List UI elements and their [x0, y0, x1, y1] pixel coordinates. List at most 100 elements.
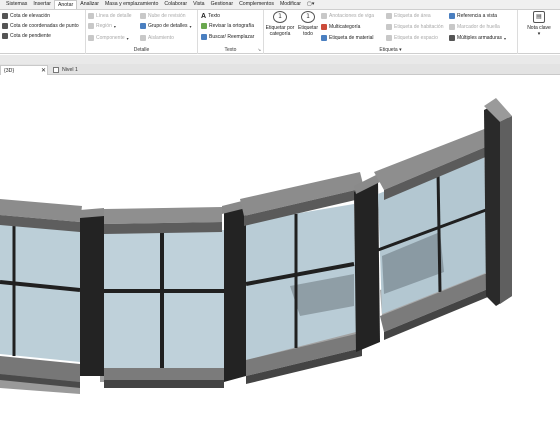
component-icon — [88, 35, 94, 41]
referencia-vista-button[interactable]: Referencia a vista — [449, 12, 497, 20]
end-column-face — [500, 116, 512, 304]
coordinate-icon — [2, 23, 8, 29]
tread-marker-icon — [449, 24, 455, 30]
anotaciones-viga-button[interactable]: Anotaciones de viga — [321, 12, 374, 20]
view-tab-3d-label: {3D} — [4, 68, 15, 74]
view-tab-nivel-1-label: Nivel 1 — [62, 67, 78, 73]
etiqueta-habitacion-button[interactable]: Etiqueta de habitación — [386, 23, 443, 31]
panel-cotas: Cota de elevación Cota de coordenadas de… — [0, 10, 86, 54]
revisar-ortografia-label: Revisar la ortografía — [209, 23, 255, 29]
cota-pendiente-button[interactable]: Cota de pendiente — [2, 32, 51, 40]
panel-etiqueta-title[interactable]: Etiqueta ▾ — [264, 47, 517, 53]
etiqueta-area-label: Etiqueta de área — [394, 13, 431, 19]
etiqueta-habitacion-label: Etiqueta de habitación — [394, 24, 444, 30]
marcador-huella-label: Marcador de huella — [457, 24, 500, 30]
chevron-down-icon: ▾ — [113, 23, 116, 29]
buscar-reemplazar-label: Buscar/ Reemplazar — [209, 34, 255, 40]
nube-revision-button[interactable]: Nube de revisión — [140, 12, 186, 20]
room-tag-icon — [386, 24, 392, 30]
tab-insertar[interactable]: Insertar — [30, 0, 54, 9]
ribbon-tab-bar: Sistemas Insertar Anotar Analizar Masa y… — [0, 0, 560, 10]
aislamiento-button[interactable]: Aislamiento — [140, 34, 174, 42]
etiqueta-material-button[interactable]: Etiqueta de material — [321, 34, 373, 42]
tab-masa-emplazamiento[interactable]: Masa y emplazamiento — [102, 0, 161, 9]
view-tab-nivel-1[interactable]: Nivel 1 — [50, 65, 110, 75]
panel-detalle-title: Detalle — [133, 47, 150, 53]
grupo-detalles-label: Grupo de detalles — [148, 23, 188, 29]
cota-coordenadas-button[interactable]: Cota de coordenadas de punto — [2, 22, 79, 30]
column — [80, 212, 104, 376]
etiquetar-categoria-button[interactable]: 1 Etiquetar por categoría — [265, 11, 295, 37]
nube-revision-label: Nube de revisión — [148, 13, 186, 19]
nota-clave-button[interactable]: ▤ Nota clave ▾ — [523, 11, 555, 37]
etiqueta-material-label: Etiqueta de material — [329, 35, 374, 41]
panel-texto-title: Texto ↘ — [224, 47, 261, 53]
buscar-reemplazar-button[interactable]: Buscar/ Reemplazar — [201, 33, 254, 41]
text-a-icon: A — [201, 12, 207, 20]
view-tab-3d[interactable]: {3D} ✕ — [0, 65, 48, 75]
multi-category-icon — [321, 24, 327, 30]
mullion — [436, 171, 442, 293]
linea-detalle-button[interactable]: Línea de detalle — [88, 12, 132, 20]
aislamiento-label: Aislamiento — [148, 35, 174, 41]
componente-label: Componente — [96, 35, 125, 41]
chevron-down-icon: ▾ — [126, 35, 129, 41]
tab-analizar[interactable]: Analizar — [77, 0, 102, 9]
spell-check-icon — [201, 23, 207, 29]
region-button[interactable]: Región ▾ — [88, 22, 116, 30]
beam-annotation-icon — [321, 13, 327, 19]
slope-icon — [2, 33, 8, 39]
tab-vista[interactable]: Vista — [190, 0, 207, 9]
keynote-icon: ▤ — [533, 11, 545, 23]
detail-line-icon — [88, 13, 94, 19]
tab-modificar[interactable]: Modificar — [277, 0, 304, 9]
view-tab-bar: {3D} ✕ Nivel 1 — [0, 64, 560, 75]
region-label: Región — [96, 23, 112, 29]
panel-etiqueta: 1 Etiquetar por categoría 1 Etiquetar to… — [264, 10, 518, 54]
etiqueta-espacio-button[interactable]: Etiqueta de espacio — [386, 34, 438, 42]
panel-detalle: Línea de detalle Región ▾ Componente ▾ Nub… — [86, 10, 198, 54]
sill — [104, 368, 224, 380]
grupo-detalles-button[interactable]: Grupo de detalles ▾ — [140, 22, 192, 30]
elevation-icon — [2, 13, 8, 19]
multiples-armaduras-button[interactable]: Múltiples armaduras ▾ — [449, 34, 506, 42]
3d-viewport[interactable] — [0, 76, 560, 426]
etiqueta-area-button[interactable]: Etiqueta de área — [386, 12, 431, 20]
etiqueta-espacio-label: Etiqueta de espacio — [394, 35, 438, 41]
sill-face — [104, 380, 224, 388]
close-icon[interactable]: ✕ — [41, 66, 46, 76]
space-tag-icon — [386, 35, 392, 41]
cota-pendiente-label: Cota de pendiente — [10, 33, 51, 39]
tab-colaborar[interactable]: Colaborar — [161, 0, 190, 9]
tab-gestionar[interactable]: Gestionar — [208, 0, 237, 9]
tab-sistemas[interactable]: Sistemas — [3, 0, 30, 9]
dialog-launcher-icon[interactable]: ↘ — [258, 47, 261, 52]
chevron-down-icon: ▾ — [189, 23, 192, 29]
tab-extra-menu[interactable]: ▢▾ — [304, 0, 318, 9]
column — [224, 206, 246, 382]
find-replace-icon — [201, 34, 207, 40]
multiples-armaduras-label: Múltiples armaduras — [457, 35, 503, 41]
cota-elevacion-button[interactable]: Cota de elevación — [2, 12, 50, 20]
tab-complementos[interactable]: Complementos — [236, 0, 277, 9]
multicategoria-button[interactable]: Multicategoría — [321, 23, 360, 31]
panel-texto: A Texto Revisar la ortografía Buscar/ Re… — [198, 10, 264, 54]
multicategoria-label: Multicategoría — [329, 24, 361, 30]
view-reference-icon — [449, 13, 455, 19]
tab-anotar[interactable]: Anotar — [53, 0, 78, 9]
column — [354, 180, 380, 352]
texto-button[interactable]: A Texto — [201, 12, 220, 20]
revisar-ortografia-button[interactable]: Revisar la ortografía — [201, 22, 254, 30]
texto-label: Texto — [208, 13, 221, 19]
chevron-down-icon: ▾ — [537, 31, 541, 37]
region-icon — [88, 23, 94, 29]
etiquetar-categoria-label: Etiquetar por categoría — [265, 25, 295, 37]
curtain-wall-model[interactable] — [0, 76, 560, 426]
chevron-down-icon: ▾ — [399, 47, 402, 53]
referencia-vista-label: Referencia a vista — [457, 13, 498, 19]
marcador-huella-button[interactable]: Marcador de huella — [449, 23, 500, 31]
etiquetar-todo-button[interactable]: 1 Etiquetar todo — [294, 11, 322, 37]
etiquetar-todo-label: Etiquetar todo — [297, 25, 318, 37]
floor-plan-icon — [53, 66, 59, 73]
componente-button[interactable]: Componente ▾ — [88, 34, 129, 42]
